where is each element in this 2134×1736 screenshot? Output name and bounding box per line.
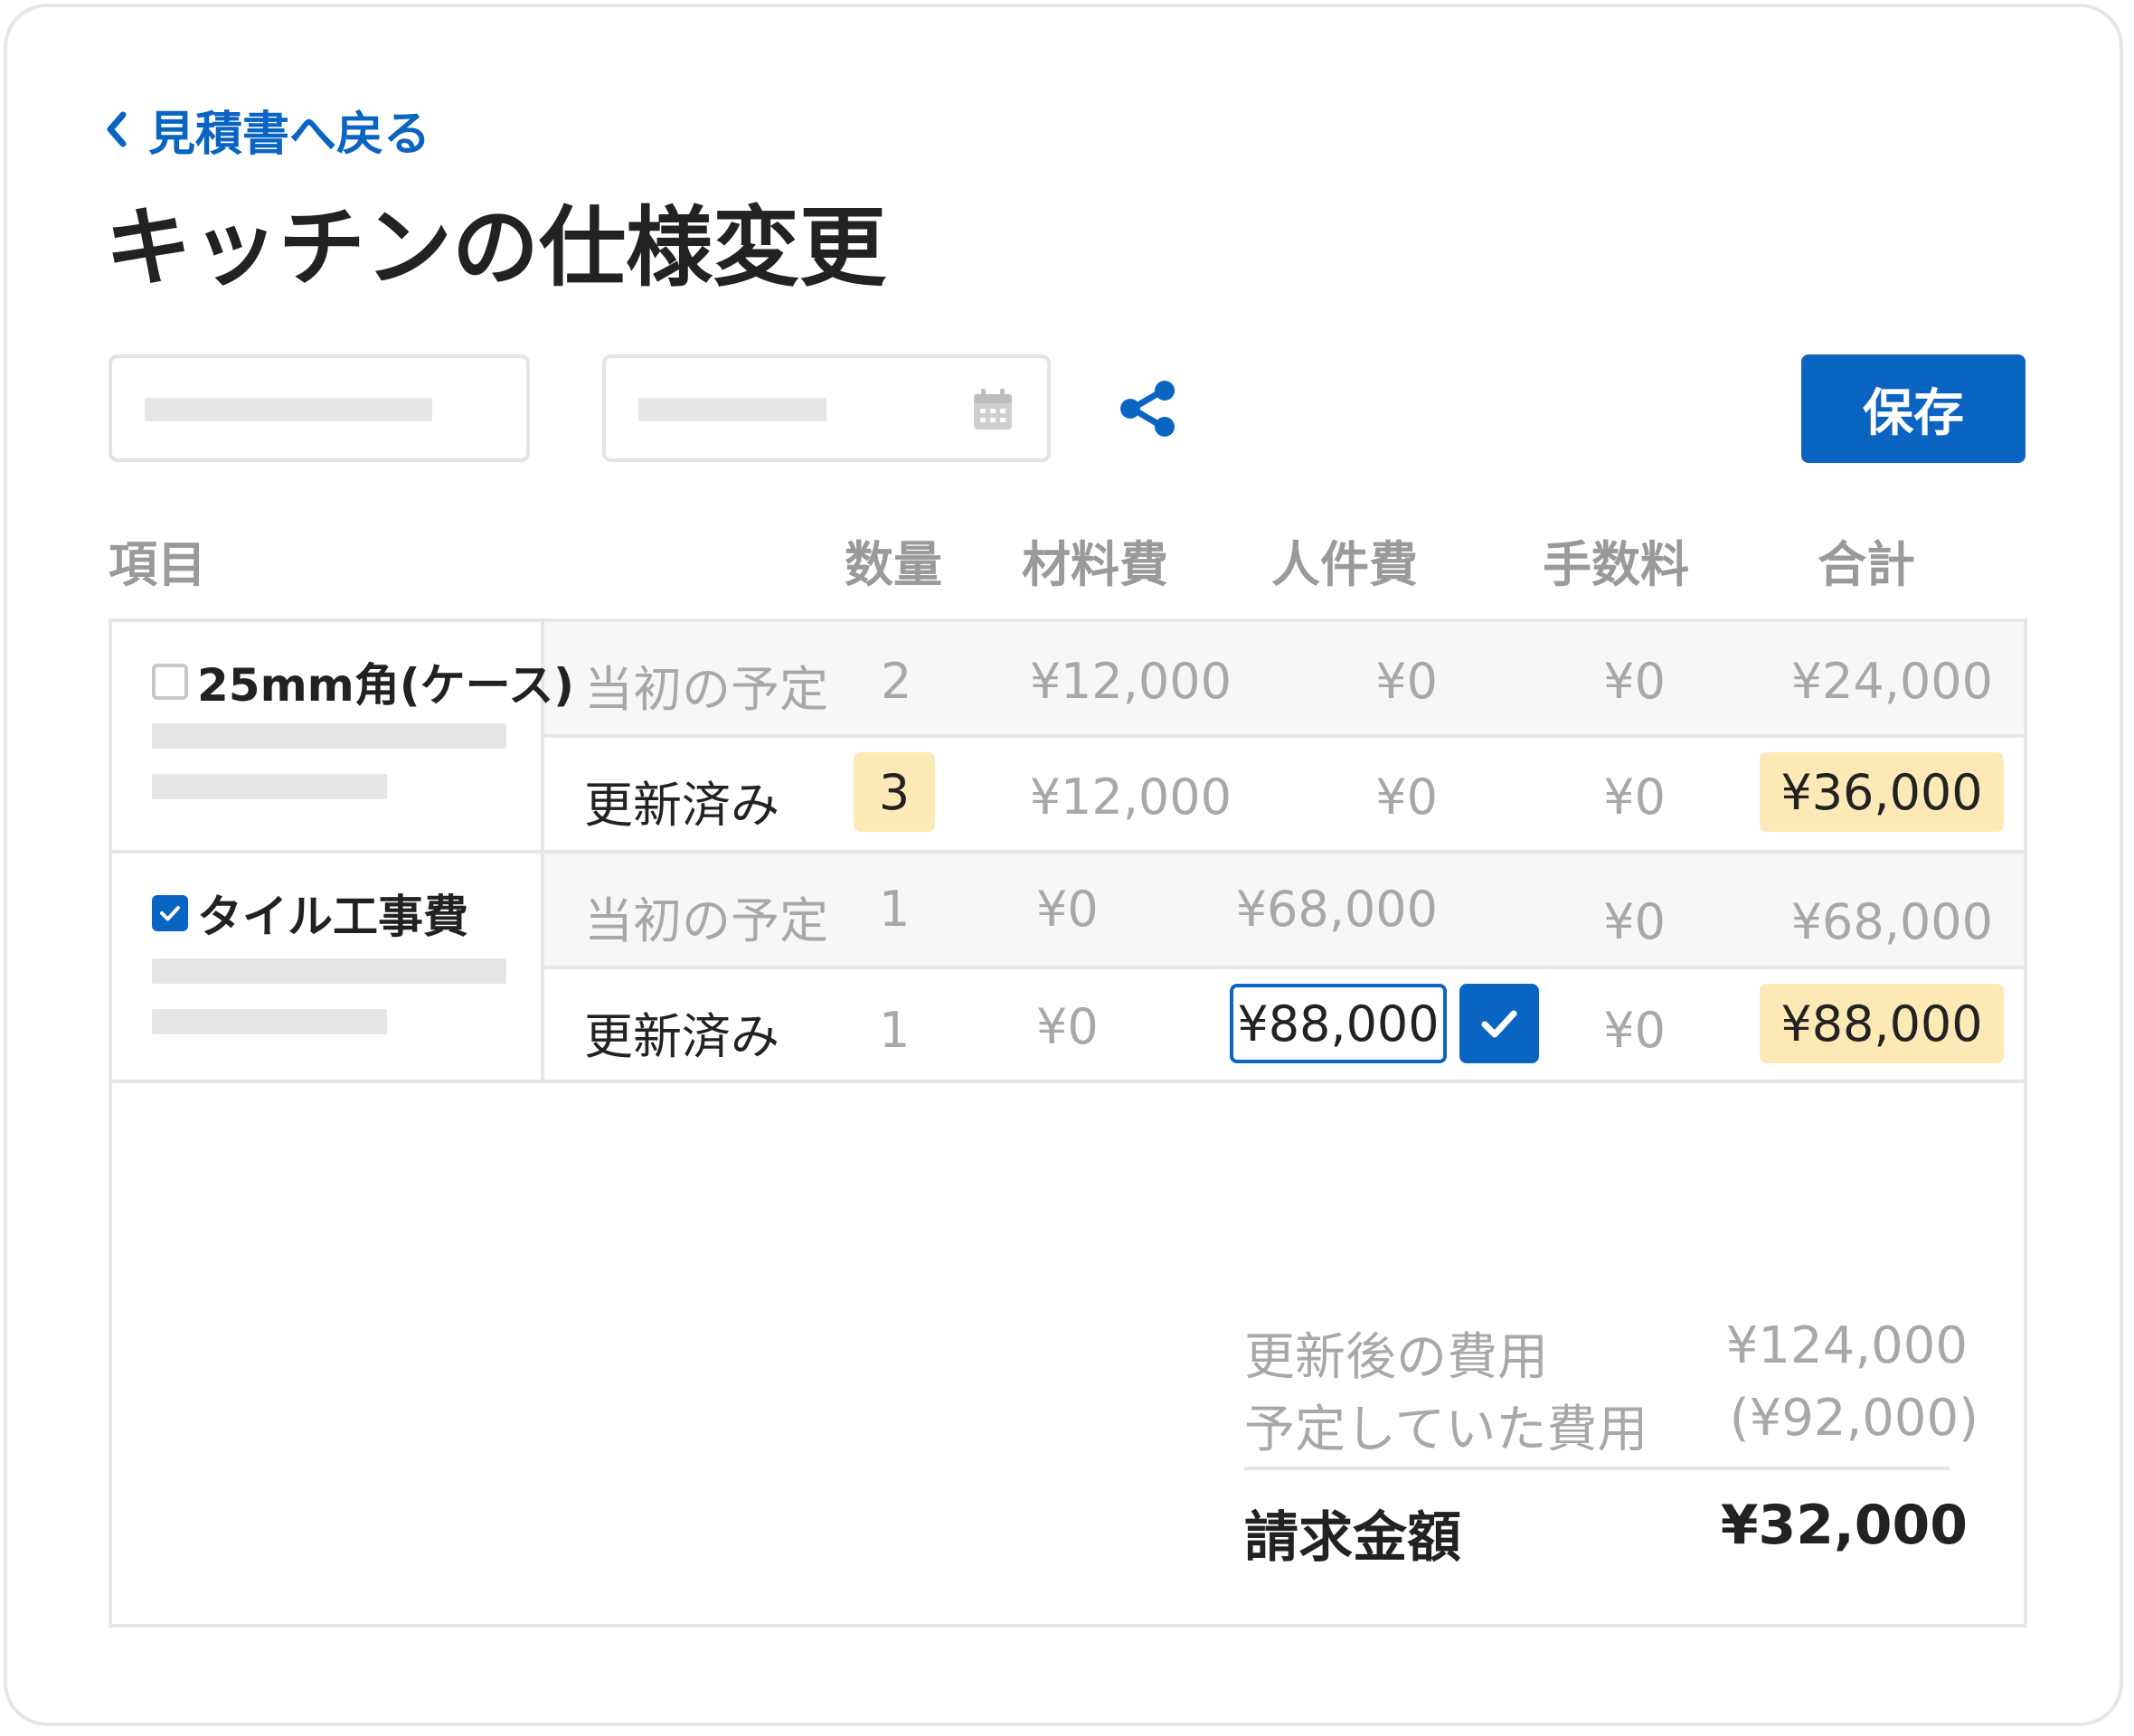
item-name-label: タイル工事費 [197, 891, 468, 943]
column-header-qty: 数量 [845, 536, 942, 593]
line-item-name[interactable]: タイル工事費 [152, 881, 468, 946]
updated-cost-value: ¥124,000 [1725, 1316, 1968, 1375]
planned-fee: ¥0 [1603, 653, 1666, 710]
back-link-label: 見積書へ戻る [148, 107, 431, 162]
summary-divider [1244, 1467, 1950, 1470]
chevron-left-icon [107, 111, 127, 147]
billing-amount-label: 請求金額 [1244, 1506, 1461, 1570]
calendar-icon[interactable] [971, 387, 1015, 432]
updated-fee: ¥0 [1603, 1002, 1666, 1059]
back-to-estimate-link[interactable]: 見積書へ戻る [103, 98, 431, 162]
page-title: キッチンの仕様変更 [105, 197, 886, 298]
item-checkbox[interactable] [152, 895, 188, 931]
updated-cost-label: 更新後の費用 [1244, 1328, 1548, 1387]
planned-qty: 1 [879, 881, 911, 938]
planned-labor: ¥0 [1375, 653, 1438, 710]
planned-row-label: 当初の予定 [584, 661, 828, 718]
updated-material: ¥12,000 [1029, 769, 1232, 826]
planned-labor: ¥68,000 [1235, 881, 1438, 938]
input-placeholder-bar [145, 398, 432, 421]
line-item-name[interactable]: 25mm角(ケース) [152, 649, 574, 714]
item-name-label: 25mm角(ケース) [197, 659, 574, 712]
planned-total: ¥68,000 [1790, 893, 1993, 950]
name-input[interactable] [109, 354, 530, 462]
updated-qty: 1 [879, 1002, 911, 1059]
save-button[interactable]: 保存 [1801, 354, 2025, 463]
updated-labor: ¥0 [1375, 769, 1438, 826]
updated-fee: ¥0 [1603, 769, 1666, 826]
column-header-material: 材料費 [1022, 536, 1168, 593]
updated-total: ¥36,000 [1780, 763, 1983, 821]
updated-qty: 3 [878, 763, 911, 821]
item-description-placeholder [152, 774, 387, 799]
updated-total: ¥88,000 [1780, 995, 1983, 1052]
column-header-total: 合計 [1818, 536, 1915, 593]
checkmark-icon [1481, 1010, 1517, 1038]
item-description-placeholder [152, 958, 506, 984]
row-divider [544, 966, 2024, 969]
checkmark-icon [160, 906, 180, 921]
planned-cost-label: 予定していた費用 [1244, 1401, 1648, 1459]
input-placeholder-bar [638, 398, 826, 421]
planned-qty: 2 [881, 653, 912, 710]
share-icon[interactable] [1118, 380, 1179, 438]
row-divider [112, 850, 2024, 854]
updated-total-highlight: ¥36,000 [1760, 752, 2004, 832]
updated-total-highlight: ¥88,000 [1760, 984, 2004, 1063]
column-header-labor: 人件費 [1271, 536, 1418, 593]
column-header-fee: 手数料 [1543, 536, 1689, 593]
planned-total: ¥24,000 [1790, 653, 1993, 710]
planned-material: ¥0 [1036, 881, 1099, 938]
planned-row-label: 当初の予定 [584, 892, 828, 949]
labor-cost-input[interactable]: ¥88,000 [1230, 984, 1447, 1063]
planned-material: ¥12,000 [1029, 653, 1232, 710]
item-description-placeholder [152, 1009, 387, 1034]
planned-fee: ¥0 [1603, 893, 1666, 950]
updated-row-label: 更新済み [584, 1008, 779, 1065]
row-divider [544, 734, 2024, 738]
billing-amount-value: ¥32,000 [1720, 1494, 1968, 1557]
row-divider [112, 1080, 2024, 1083]
updated-material: ¥0 [1036, 998, 1099, 1055]
planned-cost-value: (¥92,000) [1729, 1389, 1978, 1448]
item-description-placeholder [152, 723, 506, 749]
column-header-item: 項目 [109, 536, 206, 593]
date-input[interactable] [602, 354, 1051, 462]
updated-qty-highlight[interactable]: 3 [854, 752, 935, 832]
updated-row-label: 更新済み [584, 777, 779, 834]
item-checkbox[interactable] [152, 664, 188, 700]
